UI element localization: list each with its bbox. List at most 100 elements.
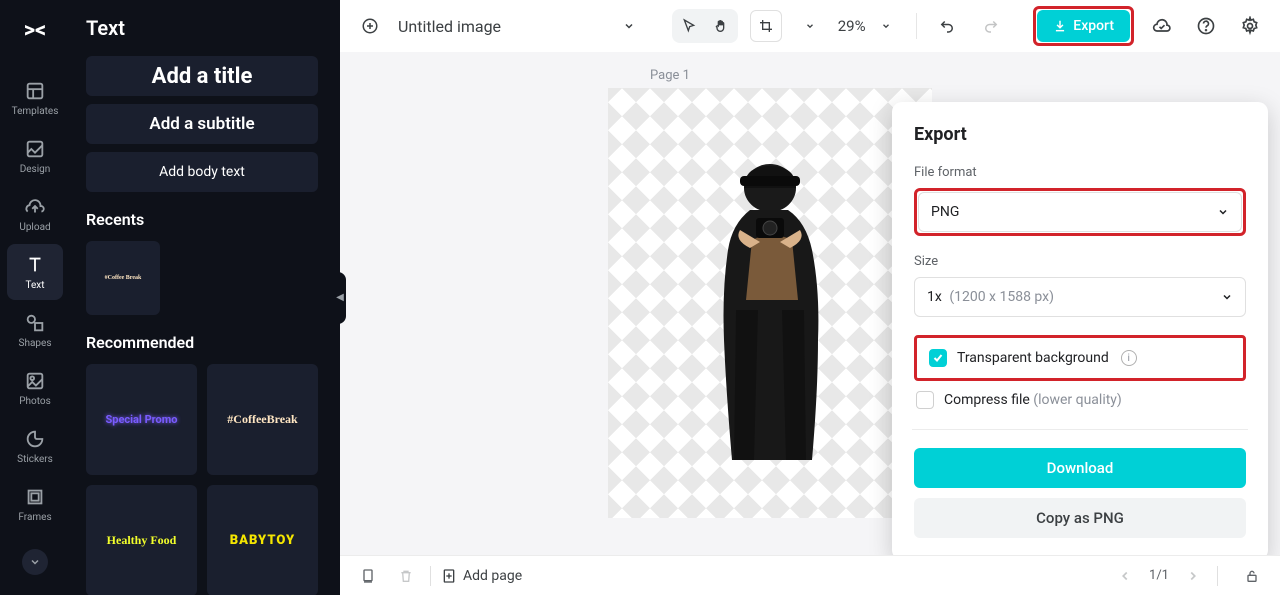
zoom-dropdown-button[interactable] (870, 10, 902, 42)
cloud-sync-button[interactable] (1146, 10, 1178, 42)
tile-label: Special Promo (100, 413, 184, 426)
file-format-select[interactable]: PNG (918, 192, 1242, 232)
popover-title: Export (914, 124, 1246, 145)
stickers-icon (24, 428, 46, 450)
cursor-icon (681, 18, 697, 34)
crop-tool-button[interactable] (750, 10, 782, 42)
rail-item-label: Stickers (17, 454, 53, 465)
rail-item-templates[interactable]: Templates (7, 70, 63, 126)
rail-item-upload[interactable]: Upload (7, 186, 63, 242)
export-button[interactable]: Export (1037, 10, 1130, 42)
app-logo[interactable]: >< (15, 10, 55, 50)
export-icon (1053, 19, 1067, 33)
canvas[interactable] (608, 88, 932, 518)
size-label: Size (914, 254, 1246, 269)
recommended-tile-baby[interactable]: BABYTOY (207, 485, 318, 595)
compress-hint: (lower quality) (1033, 392, 1122, 408)
canvas-image[interactable] (680, 140, 860, 500)
recents-header: Recents (86, 210, 318, 229)
redo-button[interactable] (975, 10, 1007, 42)
rail-item-shapes[interactable]: Shapes (7, 302, 63, 358)
chevron-right-icon (1186, 569, 1200, 583)
file-format-label: File format (914, 165, 1246, 180)
check-icon (932, 352, 944, 364)
tile-label: BABYTOY (224, 533, 301, 548)
recommended-tile-coffee[interactable]: #CoffeeBreak (207, 364, 318, 475)
gear-icon (1240, 16, 1260, 36)
chevron-down-icon (881, 21, 891, 31)
recommended-header: Recommended (86, 333, 318, 352)
compress-checkbox-row[interactable]: Compress file (lower quality) (914, 385, 1246, 415)
size-dimensions: (1200 x 1588 px) (949, 289, 1054, 305)
transparent-bg-label: Transparent background (957, 350, 1109, 366)
frames-icon (24, 486, 46, 508)
transparent-bg-checkbox-row[interactable]: Transparent background i (927, 343, 1233, 373)
text-panel: Text Add a title Add a subtitle Add body… (70, 0, 334, 595)
select-tool-button[interactable] (674, 11, 704, 41)
rail-item-label: Upload (19, 222, 50, 233)
add-body-text-button[interactable]: Add body text (86, 152, 318, 192)
settings-button[interactable] (1234, 10, 1266, 42)
export-popover: Export File format PNG Size 1x (1200 x 1… (892, 102, 1268, 555)
recent-text-tile[interactable]: #Coffee Break (86, 241, 160, 315)
canvas-stage[interactable]: Page 1 Export File format (340, 52, 1280, 555)
shapes-icon (24, 312, 46, 334)
transparent-bg-checkbox[interactable] (929, 349, 947, 367)
export-button-highlight: Export (1033, 6, 1134, 46)
upload-icon (24, 196, 46, 218)
recommended-tile-healthy[interactable]: Healthy Food (86, 485, 197, 595)
chevron-down-icon (29, 556, 41, 568)
main-area: 29% Export Page 1 (340, 0, 1280, 595)
help-button[interactable] (1190, 10, 1222, 42)
rail-item-photos[interactable]: Photos (7, 360, 63, 416)
rail-more-button[interactable] (22, 549, 48, 575)
menu-icon (361, 17, 379, 35)
rail-item-design[interactable]: Design (7, 128, 63, 184)
rail-item-label: Templates (12, 106, 59, 117)
home-menu-button[interactable] (354, 10, 386, 42)
tile-label: #Coffee Break (99, 275, 148, 281)
add-page-icon (441, 568, 457, 584)
chevron-down-icon (1221, 291, 1233, 303)
add-page-button[interactable]: Add page (441, 568, 522, 584)
pages-overview-button[interactable] (354, 562, 382, 590)
add-page-label: Add page (463, 568, 522, 584)
tile-label: #CoffeeBreak (221, 412, 303, 427)
rail-item-stickers[interactable]: Stickers (7, 418, 63, 474)
delete-page-button[interactable] (392, 562, 420, 590)
rail-item-label: Shapes (19, 338, 52, 349)
tile-label: Healthy Food (101, 533, 183, 548)
export-button-label: Export (1073, 18, 1114, 34)
templates-icon (24, 80, 46, 102)
undo-button[interactable] (931, 10, 963, 42)
crop-dropdown-button[interactable] (794, 10, 826, 42)
transparent-bg-highlight: Transparent background i (914, 335, 1246, 381)
cursor-tool-group (672, 9, 738, 43)
panel-title: Text (86, 16, 318, 40)
rail-item-text[interactable]: Text (7, 244, 63, 300)
document-title-input[interactable] (398, 17, 601, 36)
recommended-tile-special[interactable]: Special Promo (86, 364, 197, 475)
hand-tool-button[interactable] (706, 11, 736, 41)
info-icon[interactable]: i (1121, 350, 1137, 366)
rail-item-label: Frames (18, 512, 51, 523)
next-page-button[interactable] (1179, 562, 1207, 590)
chevron-down-icon (1217, 206, 1229, 218)
lock-button[interactable] (1238, 562, 1266, 590)
rail-item-frames[interactable]: Frames (7, 476, 63, 532)
add-subtitle-button[interactable]: Add a subtitle (86, 104, 318, 144)
redo-icon (982, 17, 1000, 35)
prev-page-button[interactable] (1111, 562, 1139, 590)
title-dropdown-button[interactable] (613, 10, 645, 42)
size-select[interactable]: 1x (1200 x 1588 px) (914, 277, 1246, 317)
download-button[interactable]: Download (914, 448, 1246, 488)
copy-as-png-button[interactable]: Copy as PNG (914, 498, 1246, 538)
bottom-divider (430, 566, 431, 586)
design-icon (24, 138, 46, 160)
text-icon (24, 254, 46, 276)
add-title-button[interactable]: Add a title (86, 56, 318, 96)
compress-checkbox[interactable] (916, 391, 934, 409)
cloud-check-icon (1152, 16, 1172, 36)
bottom-bar: Add page 1/1 (340, 555, 1280, 595)
bottom-divider (1217, 566, 1218, 586)
